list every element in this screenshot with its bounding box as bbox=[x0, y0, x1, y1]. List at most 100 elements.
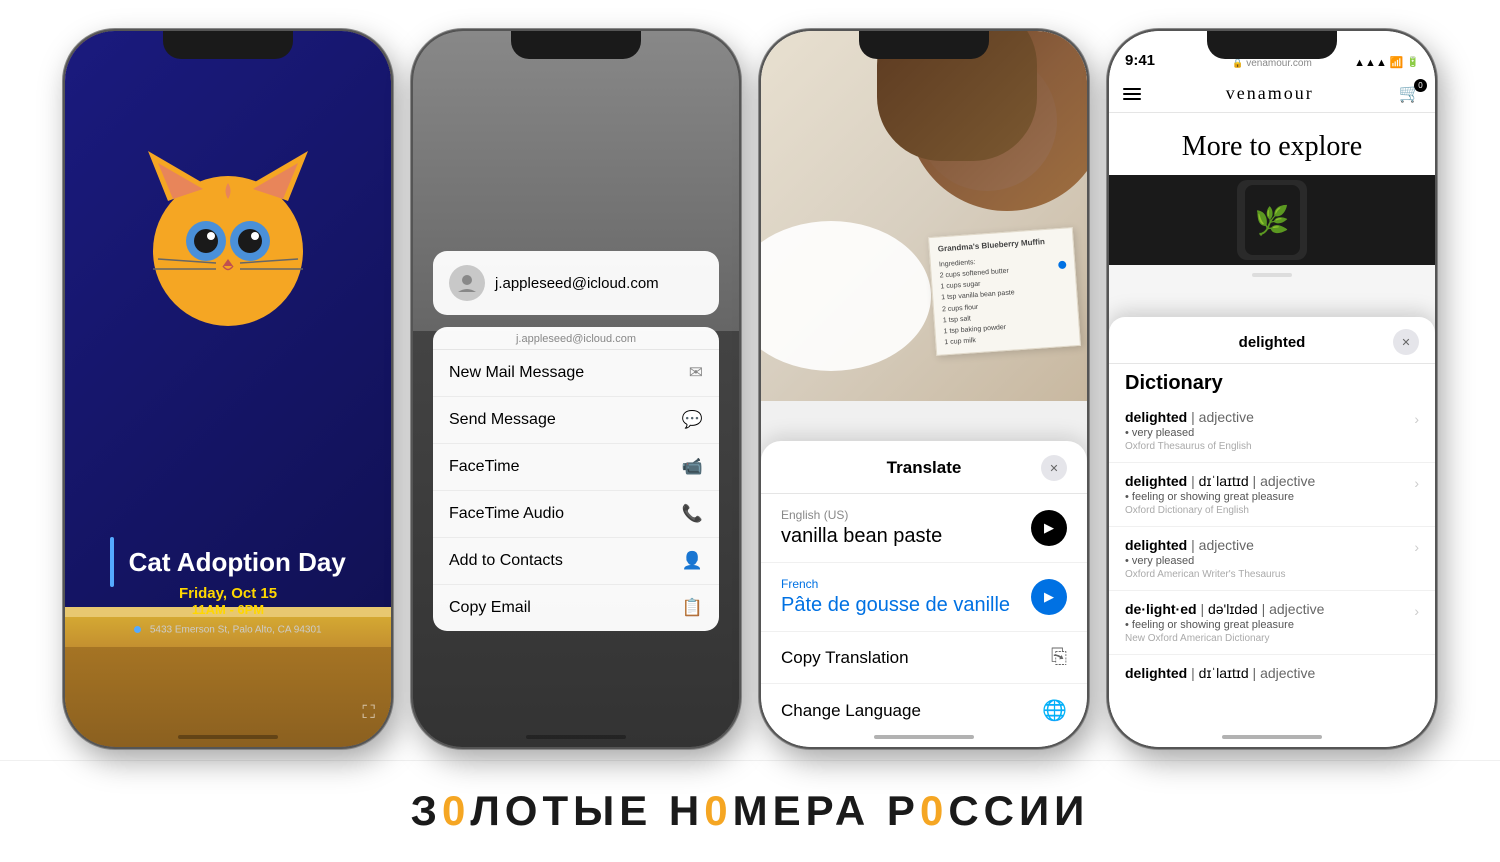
entry3-word: delighted bbox=[1125, 537, 1187, 553]
banner-zero-1: 0 bbox=[442, 787, 470, 834]
source-text: vanilla bean paste bbox=[781, 525, 942, 548]
cat-event-time: 11AM - 6PM bbox=[65, 602, 391, 617]
dict-close-button[interactable]: ✕ bbox=[1393, 329, 1419, 355]
cat-event-title: Cat Adoption Day bbox=[129, 548, 346, 577]
browser-nav: venamour 🛒 0 bbox=[1109, 75, 1435, 113]
dict-chevron-2: › bbox=[1414, 475, 1419, 491]
entry4-word: de·light·ed bbox=[1125, 601, 1197, 617]
banner-zero-2: 0 bbox=[704, 787, 732, 834]
entry1-word: delighted bbox=[1125, 409, 1187, 425]
phone-3-content: Grandma's Blueberry Muffin Ingredients: … bbox=[761, 31, 1087, 747]
phones-row: Cat Adoption Day Friday, Oct 15 11AM - 6… bbox=[0, 0, 1500, 760]
cart-badge: 0 bbox=[1414, 79, 1427, 92]
new-mail-icon: ✉ bbox=[689, 363, 703, 383]
phone-1: Cat Adoption Day Friday, Oct 15 11AM - 6… bbox=[63, 29, 393, 749]
translate-close-button[interactable]: ✕ bbox=[1041, 455, 1067, 481]
phone-2-screen: j.appleseed@icloud.com j.appleseed@iclou… bbox=[413, 31, 739, 747]
home-indicator-1 bbox=[178, 735, 278, 739]
brand-name: venamour bbox=[1226, 83, 1314, 104]
dict-chevron-1: › bbox=[1414, 411, 1419, 427]
entry2-source: Oxford Dictionary of English bbox=[1125, 505, 1414, 516]
phone-2-content: j.appleseed@icloud.com j.appleseed@iclou… bbox=[413, 31, 739, 747]
phone-1-content: Cat Adoption Day Friday, Oct 15 11AM - 6… bbox=[65, 31, 391, 747]
menu-item-copy-email[interactable]: Copy Email 📋 bbox=[433, 585, 719, 631]
notch-4 bbox=[1207, 31, 1337, 59]
dict-entry-1[interactable]: delighted | adjective • very pleased Oxf… bbox=[1109, 399, 1435, 463]
notch-2 bbox=[511, 31, 641, 59]
entry3-def: • very pleased bbox=[1125, 555, 1414, 567]
menu-email-label: j.appleseed@icloud.com bbox=[433, 327, 719, 350]
phone-4-screen: 9:41 🔒 venamour.com ▲▲▲ 📶 🔋 bbox=[1109, 31, 1435, 747]
entry2-def: • feeling or showing great pleasure bbox=[1125, 491, 1414, 503]
entry4-def: • feeling or showing great pleasure bbox=[1125, 619, 1414, 631]
menu-item-new-mail[interactable]: New Mail Message ✉ bbox=[433, 350, 719, 397]
phone-2: j.appleseed@icloud.com j.appleseed@iclou… bbox=[411, 29, 741, 749]
dict-entry-3[interactable]: delighted | adjective • very pleased Oxf… bbox=[1109, 527, 1435, 591]
copy-translation-button[interactable]: Copy Translation ⎘ bbox=[761, 632, 1087, 684]
menu-label-send-message: Send Message bbox=[449, 411, 556, 429]
status-time: 9:41 bbox=[1125, 52, 1155, 69]
entry4-type: adjective bbox=[1269, 601, 1324, 617]
copy-email-icon: 📋 bbox=[682, 598, 703, 618]
dict-entry-2[interactable]: delighted | dɪˈlaɪtɪd | adjective • feel… bbox=[1109, 463, 1435, 527]
phone-3-screen: Grandma's Blueberry Muffin Ingredients: … bbox=[761, 31, 1087, 747]
phone-1-screen: Cat Adoption Day Friday, Oct 15 11AM - 6… bbox=[65, 31, 391, 747]
entry1-source: Oxford Thesaurus of English bbox=[1125, 441, 1414, 452]
menu-item-add-contacts[interactable]: Add to Contacts 👤 bbox=[433, 538, 719, 585]
entry2-word: delighted bbox=[1125, 473, 1187, 489]
dict-section-title: Dictionary bbox=[1109, 364, 1435, 399]
dict-word-header: delighted bbox=[1239, 334, 1306, 351]
phone-4-content: 9:41 🔒 venamour.com ▲▲▲ 📶 🔋 bbox=[1109, 31, 1435, 747]
website-label: 🔒 venamour.com bbox=[1232, 58, 1312, 69]
cart-button[interactable]: 🛒 0 bbox=[1399, 83, 1421, 104]
add-contacts-icon: 👤 bbox=[682, 551, 703, 571]
translate-panel: Translate ✕ English (US) vanilla bean pa… bbox=[761, 441, 1087, 747]
send-message-icon: 💬 bbox=[682, 410, 703, 430]
email-header-card[interactable]: j.appleseed@icloud.com bbox=[433, 251, 719, 315]
cat-event-address: 5433 Emerson St, Palo Alto, CA 94301 bbox=[150, 624, 322, 635]
notch-1 bbox=[163, 31, 293, 59]
food-image-area: Grandma's Blueberry Muffin Ingredients: … bbox=[761, 31, 1087, 401]
target-text: Pâte de gousse de vanille bbox=[781, 594, 1010, 617]
explore-image: 🌿 bbox=[1109, 175, 1435, 265]
home-indicator-2 bbox=[526, 735, 626, 739]
target-section: French Pâte de gousse de vanille ▶ bbox=[761, 563, 1087, 632]
menu-label-copy-email: Copy Email bbox=[449, 599, 531, 617]
bottom-banner: З0ЛОТЫЕ Н0МЕРА Р0ССИИ bbox=[0, 760, 1500, 860]
target-play-button[interactable]: ▶ bbox=[1031, 579, 1067, 615]
facetime-icon: 📹 bbox=[682, 457, 703, 477]
contact-avatar bbox=[449, 265, 485, 301]
dictionary-panel: delighted ✕ Dictionary delighted bbox=[1109, 317, 1435, 747]
entry5-type: adjective bbox=[1260, 665, 1315, 681]
phone-4: 9:41 🔒 venamour.com ▲▲▲ 📶 🔋 bbox=[1107, 29, 1437, 749]
menu-item-facetime[interactable]: FaceTime 📹 bbox=[433, 444, 719, 491]
dict-chevron-3: › bbox=[1414, 539, 1419, 555]
fullscreen-icon: ⛶ bbox=[362, 702, 375, 723]
menu-label-facetime: FaceTime bbox=[449, 458, 520, 476]
translate-panel-title: Translate bbox=[887, 458, 962, 478]
source-play-button[interactable]: ▶ bbox=[1031, 510, 1067, 546]
copy-translation-icon: ⎘ bbox=[1051, 646, 1067, 669]
dict-entry-4[interactable]: de·light·ed | də'lɪdəd | adjective • fee… bbox=[1109, 591, 1435, 655]
explore-title: More to explore bbox=[1109, 113, 1435, 175]
power-button bbox=[391, 211, 393, 269]
menu-label-facetime-audio: FaceTime Audio bbox=[449, 505, 564, 523]
banner-text: З0ЛОТЫЕ Н0МЕРА Р0ССИИ bbox=[411, 787, 1090, 835]
status-icons: ▲▲▲ 📶 🔋 bbox=[1354, 56, 1419, 69]
entry4-phonetic: də'lɪdəd bbox=[1208, 601, 1258, 617]
menu-label-add-contacts: Add to Contacts bbox=[449, 552, 563, 570]
facetime-audio-icon: 📞 bbox=[682, 504, 703, 524]
entry3-type: adjective bbox=[1199, 537, 1254, 553]
entry3-source: Oxford American Writer's Thesaurus bbox=[1125, 569, 1414, 580]
recipe-text: Ingredients: 2 cups softened butter 1 cu… bbox=[939, 250, 1072, 348]
entry5-word: delighted bbox=[1125, 665, 1187, 681]
source-section: English (US) vanilla bean paste ▶ bbox=[761, 494, 1087, 563]
menu-item-send-message[interactable]: Send Message 💬 bbox=[433, 397, 719, 444]
dict-entry-5[interactable]: delighted | dɪˈlaɪtɪd | adjective bbox=[1109, 655, 1435, 693]
change-language-label: Change Language bbox=[781, 701, 921, 721]
menu-item-facetime-audio[interactable]: FaceTime Audio 📞 bbox=[433, 491, 719, 538]
entry1-type: adjective bbox=[1199, 409, 1254, 425]
entry4-source: New Oxford American Dictionary bbox=[1125, 633, 1414, 644]
entry2-phonetic: dɪˈlaɪtɪd bbox=[1199, 473, 1249, 489]
hamburger-menu[interactable] bbox=[1123, 88, 1141, 100]
